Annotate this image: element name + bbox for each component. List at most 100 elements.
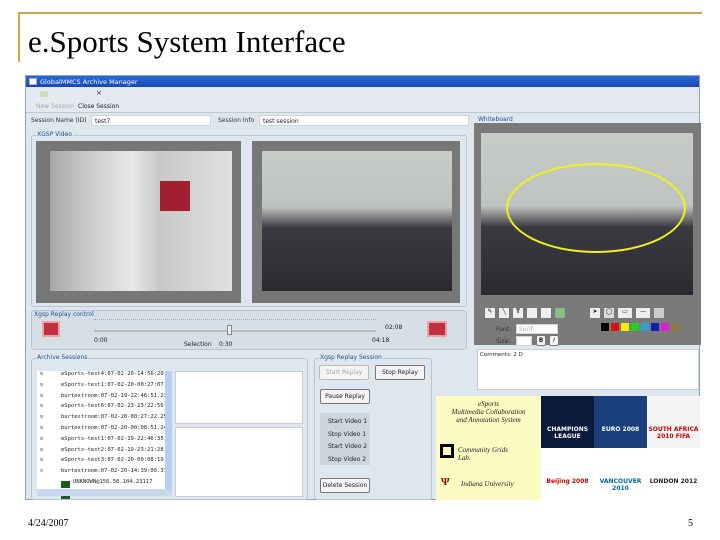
color-swatch[interactable] — [621, 323, 629, 331]
close-icon: × — [96, 89, 102, 97]
window-icon — [29, 78, 37, 85]
session-tree-item[interactable]: burtestroom:07-02-19-22:46:51.23 — [37, 393, 165, 404]
video-feed-2 — [262, 151, 452, 291]
sports-logo: SOUTH AFRICA 2010 FIFA — [647, 396, 700, 448]
start-video-2[interactable]: Start Video 2 — [328, 441, 370, 454]
sports-logo: VANCOUVER 2010 — [594, 448, 647, 500]
sports-logo: EURO 2008 — [594, 396, 647, 448]
new-session-button[interactable]: New Session — [36, 103, 74, 110]
video-panel-2 — [252, 141, 460, 303]
comments-textarea[interactable]: Comments: 2 D — [477, 349, 699, 390]
session-name-label: Session Name (ID) — [31, 117, 87, 124]
start-video-1[interactable]: Start Video 1 — [328, 416, 370, 429]
session-tree-item[interactable]: eSports-test6:07-02-23-23:22:56.2 — [37, 403, 165, 414]
video-control-menu: Start Video 1 Stop Video 1 Start Video 2… — [320, 413, 370, 465]
current-time: 02:08 — [385, 324, 403, 331]
color-swatch[interactable] — [631, 323, 639, 331]
whiteboard-label: Whiteboard — [478, 116, 513, 123]
color-swatch[interactable] — [671, 323, 679, 331]
replay-slider-thumb[interactable] — [226, 325, 232, 335]
select-icon[interactable]: ➤ — [589, 307, 601, 319]
session-tree-item[interactable]: eSports-test4:07-02-20-14:56:20.9 — [37, 371, 165, 382]
image-icon[interactable] — [526, 307, 538, 319]
slide-title: e.Sports System Interface — [28, 24, 346, 59]
session-tree-item[interactable]: burtestroom:07-02-20-00:27:22.25 — [37, 414, 165, 425]
session-info-input[interactable]: test session — [259, 115, 469, 126]
slider-ticks — [94, 319, 376, 322]
replay-session-group: Xgsp Replay Session Start Replay Stop Re… — [314, 354, 432, 500]
session-info-label: Session Info — [218, 117, 255, 124]
brand-line-2: Multimedia Collaboration — [451, 408, 526, 416]
size-select[interactable] — [516, 336, 532, 346]
screen-capture-icon[interactable] — [540, 307, 552, 319]
sports-logo: CHAMPIONS LEAGUE — [541, 396, 594, 448]
session-info-text-2[interactable] — [175, 427, 303, 497]
session-tree-item[interactable]: burtestroom:07-02-20-14:39:00.37 — [37, 468, 165, 479]
archive-sessions-group: Archive Sessions eSports-test4:07-02-20-… — [31, 354, 308, 500]
tree-scrollbar[interactable] — [165, 371, 172, 489]
tree-hscrollbar[interactable] — [37, 489, 172, 496]
end-time: 04:18 — [372, 337, 390, 344]
session-tree-item[interactable]: burtestroom:07-02-20-00:08:51.24 — [37, 425, 165, 436]
start-replay-button[interactable]: Start Replay — [319, 365, 369, 380]
brand-line-1: eSports — [478, 400, 499, 408]
video-panel-1 — [36, 141, 241, 303]
session-tree-item[interactable]: eSports-test1:07-02-20-00:27:07.0 — [37, 382, 165, 393]
window-title: GlobalMMCS Archive Manager — [40, 78, 138, 86]
replay-slider-track[interactable] — [94, 330, 376, 332]
stop-video-1[interactable]: Stop Video 1 — [328, 429, 370, 442]
camera-icon-left[interactable] — [42, 321, 60, 337]
title-rule — [18, 12, 702, 14]
replay-control-group: Xgsp Replay control 0:00 04:18 02:08 Sel… — [31, 310, 467, 350]
sports-logo: LONDON 2012 — [647, 448, 700, 500]
stop-replay-button[interactable]: Stop Replay — [375, 365, 425, 380]
session-tree[interactable]: eSports-test4:07-02-20-14:56:20.9eSports… — [37, 371, 165, 499]
replay-session-label: Xgsp Replay Session — [319, 354, 383, 361]
text-icon[interactable]: T — [512, 307, 524, 319]
lab-name: Community Grids Lab. — [458, 446, 508, 462]
session-tree-item[interactable]: eSports-test3:07-02-20-00:08:19.1 — [37, 457, 165, 468]
selection-value: 0:30 — [219, 341, 233, 348]
rectangle-icon[interactable]: ▭ — [617, 307, 633, 319]
close-session-button[interactable]: Close Session — [78, 103, 119, 110]
video-feed-1 — [50, 151, 232, 291]
video-object — [160, 181, 190, 211]
size-label: Size: — [496, 338, 511, 345]
line-style-icon[interactable]: — — [635, 307, 651, 319]
pen-icon[interactable]: ✎ — [484, 307, 496, 319]
replay-control-label: Xgsp Replay control — [34, 311, 94, 318]
color-swatch[interactable] — [651, 323, 659, 331]
font-select[interactable]: Serif — [516, 324, 558, 334]
toolbar: New Session × Close Session — [26, 87, 699, 113]
color-swatch[interactable] — [641, 323, 649, 331]
bold-button[interactable]: B — [536, 335, 546, 346]
drawing-tools: ✎ ╲ T — [484, 307, 604, 319]
italic-button[interactable]: I — [549, 335, 559, 346]
video-group-label: XGSP Video — [36, 131, 73, 138]
sports-logo: Beijing 2008 — [541, 448, 594, 500]
session-tree-item[interactable]: eSports-test1:07-02-19-22:46:35.6 — [37, 436, 165, 447]
university-name: Indiana University — [461, 480, 514, 488]
slide-page-number: 5 — [688, 518, 693, 529]
slide-date: 4/24/2007 — [28, 518, 69, 529]
line-icon[interactable]: ╲ — [498, 307, 510, 319]
iu-logo-icon: Ψ — [441, 476, 450, 488]
esports-branding: eSports Multimedia Collaboration and Ann… — [436, 396, 541, 500]
ellipse-icon[interactable]: ◯ — [603, 307, 615, 319]
session-name-input[interactable]: test7 — [91, 115, 211, 126]
delete-session-button[interactable]: Delete Session — [320, 478, 370, 493]
save-image-icon[interactable] — [554, 307, 566, 319]
eraser-icon[interactable] — [653, 307, 665, 319]
pause-replay-button[interactable]: Pause Replay — [320, 389, 370, 404]
session-info-text-1[interactable] — [175, 371, 303, 424]
annotation-ellipse[interactable] — [506, 163, 686, 253]
camera-icon-right[interactable] — [427, 321, 447, 337]
color-swatch[interactable] — [611, 323, 619, 331]
comment-text: Comments: 2 D — [480, 352, 523, 358]
stop-video-2[interactable]: Stop Video 2 — [328, 454, 370, 467]
archive-manager-window: GlobalMMCS Archive Manager New Session ×… — [25, 75, 701, 500]
session-tree-item[interactable]: eSports-test2:07-02-19-23:21:28.1 — [37, 447, 165, 458]
color-swatch[interactable] — [661, 323, 669, 331]
color-swatch[interactable] — [601, 323, 609, 331]
video-group: XGSP Video — [31, 131, 467, 307]
